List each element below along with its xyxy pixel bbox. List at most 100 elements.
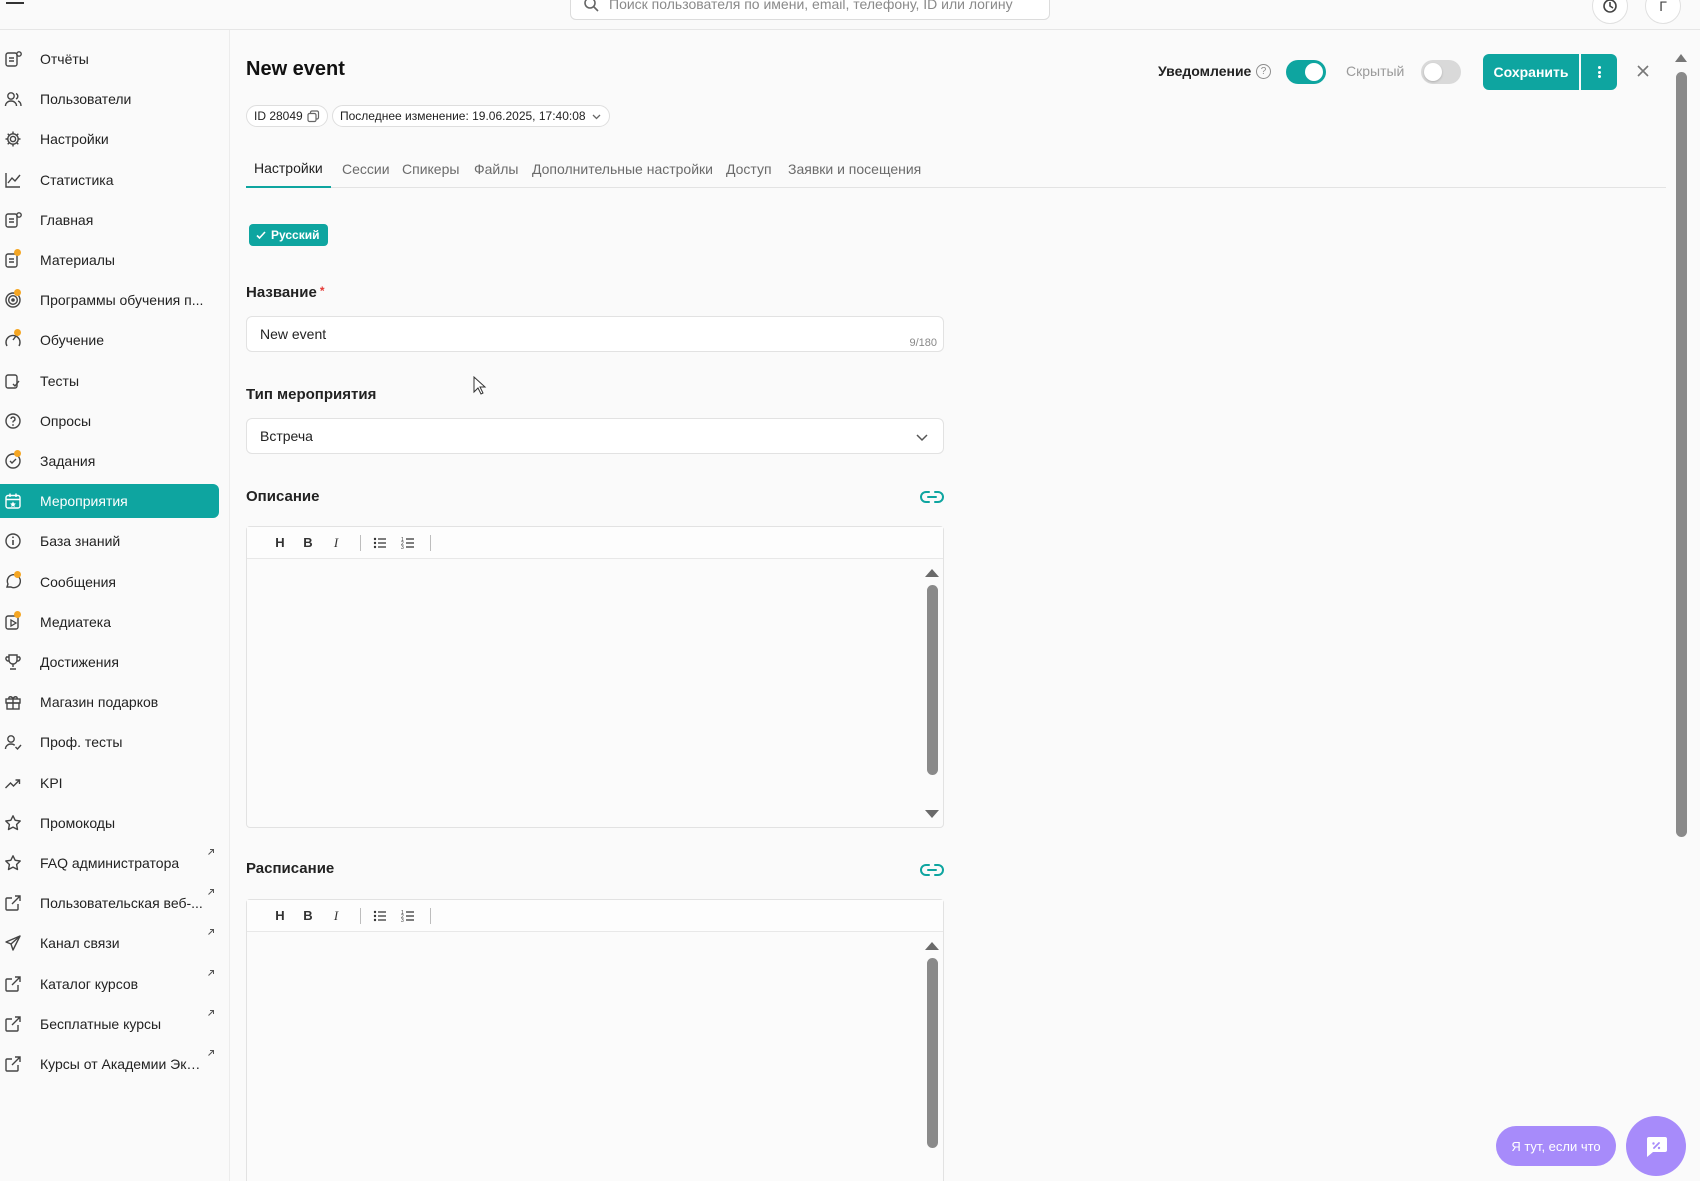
search-icon [584, 0, 599, 12]
last-change-chip[interactable]: Последнее изменение: 19.06.2025, 17:40:0… [332, 105, 610, 127]
name-input-value: New event [260, 326, 327, 342]
name-input[interactable]: New event 9/180 [246, 316, 944, 352]
copy-icon[interactable] [307, 109, 320, 123]
link-icon[interactable] [920, 863, 944, 877]
sidebar-item[interactable]: Достижения [0, 645, 219, 679]
sidebar-item[interactable]: Бесплатные курсы [0, 1007, 219, 1041]
report-icon [5, 51, 22, 67]
sidebar-item-label: Сообщения [40, 573, 116, 590]
sidebar-item-label: Тесты [40, 372, 80, 389]
heading-button[interactable]: H [271, 908, 289, 923]
more-options-button[interactable] [1581, 54, 1617, 90]
italic-button[interactable]: I [327, 908, 345, 924]
sidebar-item[interactable]: Материалы [0, 243, 219, 277]
sidebar-item[interactable]: Опросы [0, 404, 219, 438]
link-icon[interactable] [920, 490, 944, 504]
sidebar-item-label: Настройки [40, 131, 109, 148]
language-chip[interactable]: Русский [249, 224, 328, 246]
history-button[interactable] [1592, 0, 1628, 24]
schedule-editor[interactable]: H B I 123 [246, 899, 944, 1181]
calendar-icon [5, 493, 21, 509]
sidebar-item[interactable]: Курсы от Академии Экв... [0, 1047, 219, 1081]
type-label: Тип мероприятия [246, 386, 377, 403]
sidebar-item[interactable]: Медиатека [0, 605, 219, 639]
save-button[interactable]: Сохранить [1483, 54, 1579, 90]
menu-icon[interactable] [6, 0, 24, 12]
chevron-down-icon [916, 434, 928, 442]
help-widget-button[interactable]: Я тут, если что [1496, 1126, 1616, 1166]
page-scrollbar[interactable] [1676, 72, 1687, 837]
gear-icon [5, 131, 21, 147]
sidebar-item[interactable]: Программы обучения п... [0, 283, 219, 317]
arrow-up-right-icon [208, 929, 214, 936]
sidebar-item[interactable]: KPI [0, 766, 219, 800]
editor-scroll-down[interactable] [925, 810, 939, 818]
sidebar-item-label: Канал связи [40, 935, 120, 952]
sidebar-item[interactable]: Мероприятия [0, 484, 219, 519]
editor-scrollbar[interactable] [927, 585, 938, 775]
sidebar-item-label: Пользовательская веб-... [40, 895, 203, 912]
toolbar-divider [430, 535, 431, 551]
italic-button[interactable]: I [327, 535, 345, 551]
sidebar-item[interactable]: Пользовательская веб-... [0, 886, 219, 920]
arrow-up-right-icon [208, 969, 214, 976]
sidebar-item[interactable]: Каталог курсов [0, 967, 219, 1001]
test-icon [5, 373, 20, 389]
editor-scroll-up[interactable] [925, 569, 939, 577]
sidebar-item[interactable]: Задания [0, 444, 219, 478]
tab-item[interactable]: Заявки и посещения [788, 150, 921, 188]
close-icon[interactable] [1634, 62, 1652, 80]
sidebar-item[interactable]: Пользователи [0, 82, 219, 116]
bold-button[interactable]: B [299, 908, 317, 923]
sidebar-item[interactable]: Настройки [0, 122, 219, 156]
sidebar-item[interactable]: Сообщения [0, 565, 219, 599]
editor-scroll-up[interactable] [925, 942, 939, 950]
numbered-list-icon[interactable]: 123 [401, 909, 415, 923]
sidebar-item[interactable]: Тесты [0, 364, 219, 398]
notification-dot [14, 570, 21, 578]
bullet-list-icon[interactable] [373, 536, 387, 550]
last-change-label: Последнее изменение: 19.06.2025, 17:40:0… [340, 109, 586, 123]
sidebar-item[interactable]: Магазин подарков [0, 685, 219, 719]
tab-item[interactable]: Файлы [474, 150, 518, 188]
sidebar-item[interactable]: Проф. тесты [0, 725, 219, 759]
hidden-label: Скрытый [1346, 63, 1405, 79]
tab-item[interactable]: Сессии [342, 150, 390, 188]
sidebar-item[interactable]: Отчёты [0, 42, 219, 76]
profile-avatar[interactable]: Г [1645, 0, 1681, 24]
description-label: Описание [246, 488, 320, 505]
tab-item[interactable]: Спикеры [402, 150, 459, 188]
sidebar-item[interactable]: Статистика [0, 163, 219, 197]
sidebar-item[interactable]: База знаний [0, 524, 219, 558]
arrow-up-right-icon [208, 849, 214, 855]
numbered-list-icon[interactable]: 123 [401, 536, 415, 550]
toolbar-divider [430, 908, 431, 924]
sidebar-item[interactable]: FAQ администратора [0, 846, 219, 880]
description-editor[interactable]: H B I 123 [246, 526, 944, 828]
check-icon [256, 231, 266, 240]
sidebar-item[interactable]: Главная [0, 203, 219, 237]
event-type-select[interactable]: Встреча [246, 418, 944, 454]
editor-scrollbar[interactable] [927, 958, 938, 1148]
heading-button[interactable]: H [271, 535, 289, 550]
more-vertical-icon [1597, 65, 1601, 80]
tab-item[interactable]: Доступ [726, 150, 772, 188]
search-input[interactable]: Поиск пользователя по имени, email, теле… [570, 0, 1050, 20]
hidden-toggle[interactable] [1421, 60, 1461, 84]
sidebar-item[interactable]: Обучение [0, 323, 219, 357]
sidebar-item[interactable]: Канал связи [0, 926, 219, 960]
id-chip[interactable]: ID 28049 [246, 105, 328, 127]
notification-toggle[interactable] [1286, 60, 1326, 84]
tab-item[interactable]: Настройки [246, 150, 331, 188]
sidebar-item[interactable]: Промокоды [0, 806, 219, 840]
bullet-list-icon[interactable] [373, 909, 387, 923]
tab-item[interactable]: Дополнительные настройки [532, 150, 713, 188]
chevron-down-icon [592, 114, 601, 119]
chat-button[interactable] [1626, 1116, 1686, 1176]
sidebar-item-label: Каталог курсов [40, 975, 139, 992]
sidebar-item-label: Материалы [40, 252, 115, 268]
page-scroll-up[interactable] [1675, 54, 1687, 62]
notification-dot [14, 610, 21, 618]
bold-button[interactable]: B [299, 535, 317, 550]
help-icon[interactable]: ? [1256, 64, 1271, 79]
